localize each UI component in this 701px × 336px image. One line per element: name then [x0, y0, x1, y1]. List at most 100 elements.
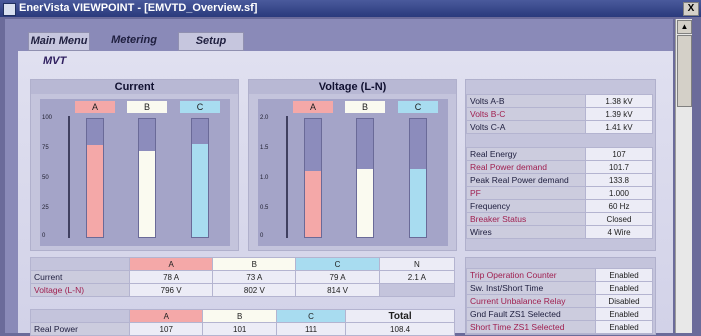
voltage-chart-panel: Voltage (L-N) A B C 2.0 1.5 1.0 0.5 0	[248, 79, 457, 251]
header-b: B	[212, 257, 297, 271]
header-blank	[30, 309, 130, 323]
current-chart-area: A B C 100 75 50 25 0	[40, 99, 230, 246]
table-row: Frequency 60 Hz	[466, 199, 653, 213]
window-title: EnerVista VIEWPOINT - [EMVTD_Overview.sf…	[19, 2, 258, 14]
peak-power-value: 133.8	[585, 173, 653, 187]
voltage-bar-c	[409, 118, 427, 238]
vertical-scrollbar[interactable]: ▲	[675, 19, 692, 333]
current-tick: 100	[42, 115, 53, 121]
close-button[interactable]: X	[683, 2, 699, 16]
voltage-a-value: 796 V	[128, 283, 214, 297]
breaker-status-value: Closed	[585, 212, 653, 226]
current-fill-b	[139, 150, 155, 237]
wires-value: 4 Wire	[585, 225, 653, 239]
current-chart-title: Current	[31, 80, 238, 94]
header-a: A	[128, 257, 214, 271]
table-header-row: A B C N	[30, 257, 456, 271]
table-row: Volts A-B 1.38 kV	[466, 94, 653, 108]
current-col-a: A	[75, 101, 115, 113]
table-row: Short Time ZS1 Selected Enabled	[466, 320, 653, 334]
trip-counter-label: Trip Operation Counter	[466, 268, 596, 282]
main-menu-button[interactable]: Main Menu	[28, 32, 90, 51]
header-total: Total	[345, 309, 455, 323]
voltage-fill-a	[305, 170, 321, 237]
table-row: Trip Operation Counter Enabled	[466, 268, 653, 282]
real-power-b: 101	[202, 322, 277, 336]
voltage-axis	[286, 116, 288, 238]
voltage-bar-a	[304, 118, 322, 238]
current-col-c: C	[180, 101, 220, 113]
pf-value: 1.000	[585, 186, 653, 200]
voltage-chart-area: A B C 2.0 1.5 1.0 0.5 0	[258, 99, 448, 246]
scroll-up-icon[interactable]: ▲	[677, 20, 692, 34]
setup-button[interactable]: Setup	[178, 32, 244, 51]
current-tick: 75	[42, 145, 49, 151]
header-a: A	[128, 309, 204, 323]
power-info-table: Real Energy 107 Real Power demand 101.7 Pe…	[466, 147, 653, 239]
sw-inst-label: Sw. Inst/Short Time	[466, 281, 596, 295]
current-bar-b	[138, 118, 156, 238]
header-blank	[30, 257, 130, 271]
current-tick: 0	[42, 233, 46, 239]
voltage-tick: 0	[260, 233, 264, 239]
voltage-col-a: A	[293, 101, 333, 113]
voltage-col-b: B	[345, 101, 385, 113]
real-power-c: 111	[275, 322, 347, 336]
table-row: Volts C-A 1.41 kV	[466, 120, 653, 134]
voltage-row-label: Voltage (L-N)	[30, 283, 130, 297]
app-icon	[3, 3, 16, 16]
table-row: Real Power 107 101 111 108.4	[30, 322, 455, 336]
current-b-value: 73 A	[212, 270, 297, 284]
real-power-label: Real Power	[30, 322, 130, 336]
scroll-thumb[interactable]	[677, 35, 692, 107]
current-n-value: 2.1 A	[378, 270, 456, 284]
table-row: Peak Real Power demand 133.8	[466, 173, 653, 187]
table-row: Wires 4 Wire	[466, 225, 653, 239]
current-axis	[68, 116, 70, 238]
voltage-n-value	[378, 283, 456, 297]
voltage-tick: 0.5	[260, 205, 269, 211]
table-row: Current Unbalance Relay Disabled	[466, 294, 653, 308]
real-energy-value: 107	[585, 147, 653, 161]
voltage-b-value: 802 V	[212, 283, 297, 297]
volts-ca-label: Volts C-A	[466, 120, 586, 134]
voltage-fill-c	[410, 168, 426, 237]
header-c: C	[275, 309, 347, 323]
voltage-c-value: 814 V	[295, 283, 380, 297]
gnd-fault-label: Gnd Fault ZS1 Selected	[466, 307, 596, 321]
voltage-fill-b	[357, 168, 373, 237]
table-row: Current 78 A 73 A 79 A 2.1 A	[30, 270, 456, 284]
voltage-bar-b	[356, 118, 374, 238]
volts-ab-label: Volts A-B	[466, 94, 586, 108]
current-unbalance-label: Current Unbalance Relay	[466, 294, 596, 308]
wires-label: Wires	[466, 225, 586, 239]
line-voltage-table: Volts A-B 1.38 kV Volts B-C 1.39 kV Volts …	[466, 94, 653, 134]
voltage-tick: 2.0	[260, 115, 269, 121]
short-time-value: Enabled	[595, 320, 653, 334]
current-bar-a	[86, 118, 104, 238]
metering-tab[interactable]: Metering	[106, 32, 162, 49]
voltage-tick: 1.0	[260, 175, 269, 181]
voltage-col-c: C	[398, 101, 438, 113]
current-tick: 50	[42, 175, 49, 181]
title-bar: EnerVista VIEWPOINT - [EMVTD_Overview.sf…	[0, 0, 701, 17]
gnd-fault-value: Enabled	[595, 307, 653, 321]
current-c-value: 79 A	[295, 270, 380, 284]
current-fill-c	[192, 143, 208, 237]
voltage-tick: 1.5	[260, 145, 269, 151]
real-energy-label: Real Energy	[466, 147, 586, 161]
voltage-chart-title: Voltage (L-N)	[249, 80, 456, 94]
table-row: Breaker Status Closed	[466, 212, 653, 226]
peak-power-label: Peak Real Power demand	[466, 173, 586, 187]
table-row: Real Energy 107	[466, 147, 653, 161]
table-row: Volts B-C 1.39 kV	[466, 107, 653, 121]
current-a-value: 78 A	[128, 270, 214, 284]
sw-inst-value: Enabled	[595, 281, 653, 295]
current-fill-a	[87, 144, 103, 237]
table-row: Sw. Inst/Short Time Enabled	[466, 281, 653, 295]
phase-table: A B C N Current 78 A 73 A 79 A 2.1 A Vol…	[30, 257, 456, 297]
trip-counter-value: Enabled	[595, 268, 653, 282]
header-n: N	[378, 257, 456, 271]
real-power-demand-label: Real Power demand	[466, 160, 586, 174]
short-time-label: Short Time ZS1 Selected	[466, 320, 596, 334]
